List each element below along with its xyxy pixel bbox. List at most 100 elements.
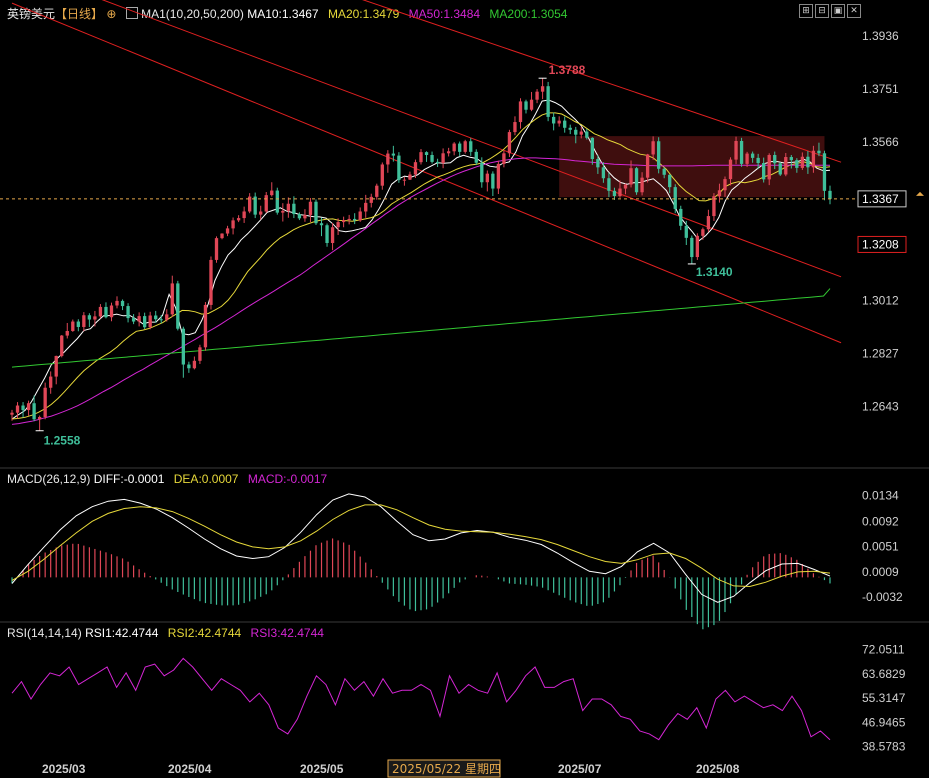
candle — [341, 216, 346, 228]
candle — [375, 183, 379, 200]
macd-tick-label: 0.0134 — [862, 489, 899, 503]
candle-body — [214, 238, 219, 260]
candle — [253, 192, 257, 219]
candle-body — [458, 143, 462, 152]
rsi-tick-label: 72.0511 — [862, 642, 905, 656]
candle-body — [15, 405, 20, 413]
candle-body — [623, 184, 628, 189]
candle — [551, 112, 556, 131]
ma50-line — [11, 157, 830, 425]
candle-body — [706, 216, 711, 230]
candle — [369, 193, 373, 208]
candle-body — [76, 321, 80, 327]
candle-body — [745, 153, 749, 164]
candle-body — [314, 201, 318, 224]
candle-body — [104, 306, 108, 318]
candle-body — [546, 86, 550, 117]
price-axis: 1.39361.37511.35661.33811.32081.30121.28… — [862, 29, 899, 414]
candle — [176, 280, 180, 331]
candle-body — [176, 283, 180, 329]
candle-body — [430, 155, 434, 162]
candle-body — [601, 167, 606, 179]
candle-body — [778, 163, 782, 175]
candle — [231, 217, 235, 235]
candle-body — [364, 202, 368, 212]
candle-body — [369, 196, 373, 203]
candle-body — [181, 328, 185, 365]
candle — [49, 371, 53, 394]
rsi-tick-label: 46.9465 — [862, 715, 906, 729]
candle — [281, 203, 285, 222]
candle — [325, 223, 329, 247]
candle-body — [491, 173, 495, 189]
candle — [679, 205, 683, 231]
candle — [430, 151, 434, 164]
candle — [26, 400, 31, 416]
candle — [60, 335, 64, 358]
candle-body — [402, 179, 407, 181]
candle-body — [728, 159, 733, 180]
candle — [463, 139, 467, 154]
ma200-line — [11, 288, 831, 368]
candle — [706, 209, 711, 233]
candle-body — [811, 150, 816, 168]
candle-body — [126, 306, 130, 319]
low-annotation: 1.2558 — [44, 434, 81, 448]
date-label: 2025/03 — [42, 762, 86, 776]
candle-body — [341, 220, 346, 223]
candle — [165, 309, 169, 322]
candle-body — [551, 116, 556, 124]
candle-body — [159, 319, 163, 321]
cursor-date-label: 2025/05/22 星期四 — [392, 762, 501, 776]
candle-body — [784, 157, 788, 175]
candle-body — [192, 360, 197, 369]
candle-body — [773, 155, 777, 164]
candle-body — [640, 177, 644, 193]
candle — [120, 299, 125, 311]
candle-body — [585, 131, 589, 138]
price-tick-label: 1.3751 — [862, 82, 899, 96]
candle-body — [65, 331, 69, 336]
candle-body — [524, 101, 528, 110]
candle — [131, 314, 136, 325]
candle-body — [286, 203, 291, 211]
candle — [308, 198, 313, 223]
price-tick-label: 1.3936 — [862, 29, 899, 43]
candle-body — [170, 283, 174, 315]
candle-body — [474, 151, 478, 163]
candle-body — [822, 153, 827, 191]
rsi-layer: 72.0511 63.6829 55.3147 46.9465 38.5783 — [11, 642, 906, 754]
candle-body — [612, 190, 617, 196]
candle — [828, 185, 832, 205]
candle — [170, 275, 174, 317]
candle-body — [43, 387, 47, 417]
candle — [502, 150, 506, 168]
candle-body — [82, 315, 86, 327]
candle — [474, 149, 478, 166]
candle — [386, 150, 390, 173]
candle-body — [380, 164, 384, 186]
candle-body — [231, 220, 235, 229]
date-axis: 2025/03 2025/04 2025/05 2025/07 2025/08 2025/… — [42, 759, 740, 778]
candle-body — [408, 174, 412, 180]
candle — [358, 207, 362, 222]
candle-body — [87, 315, 92, 320]
date-label: 2025/07 — [558, 762, 602, 776]
candle-body — [264, 195, 268, 212]
chart-svg[interactable]: 1.39361.37511.35661.33811.32081.30121.28… — [0, 0, 929, 778]
candle-body — [165, 314, 169, 320]
candle-body — [618, 188, 622, 196]
candle-body — [413, 162, 418, 175]
candle — [480, 157, 484, 188]
candle-body — [518, 101, 523, 123]
candle-body — [701, 229, 705, 236]
candle-body — [502, 153, 506, 164]
macd-tick-label: 0.0009 — [862, 565, 899, 579]
candle — [192, 356, 197, 370]
candle-body — [756, 157, 760, 164]
candle — [452, 142, 456, 156]
date-label: 2025/08 — [696, 762, 740, 776]
candle-body — [93, 316, 97, 320]
candle — [524, 99, 528, 114]
candle — [54, 355, 58, 385]
